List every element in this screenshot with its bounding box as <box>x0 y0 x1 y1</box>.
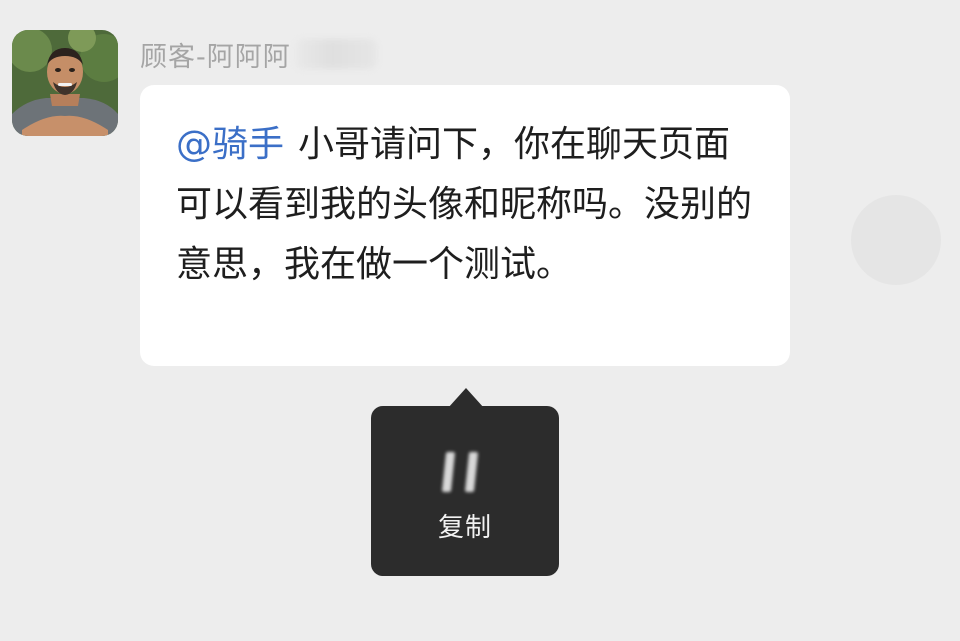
sender-name: 顾客-阿阿阿 <box>140 41 291 73</box>
mention-link[interactable]: @骑手 <box>176 124 284 165</box>
sender-row: 顾客-阿阿阿 <box>140 34 377 74</box>
name-redaction-blur <box>294 39 377 69</box>
avatar[interactable] <box>12 30 118 136</box>
copy-icon <box>440 444 494 502</box>
avatar-photo <box>12 30 118 136</box>
context-menu: 复制 <box>371 406 559 576</box>
menu-pointer-arrow <box>448 388 484 408</box>
message-text-block: @骑手 小哥请问下，你在聊天页面可以看到我的头像和昵称吗。没别的意思，我在做一个测… <box>176 115 756 295</box>
message-bubble[interactable]: @骑手 小哥请问下，你在聊天页面可以看到我的头像和昵称吗。没别的意思，我在做一个测… <box>140 85 790 366</box>
copy-menu-item[interactable]: 复制 <box>371 406 559 576</box>
copy-label: 复制 <box>437 513 492 543</box>
side-action-circle[interactable] <box>851 195 941 285</box>
